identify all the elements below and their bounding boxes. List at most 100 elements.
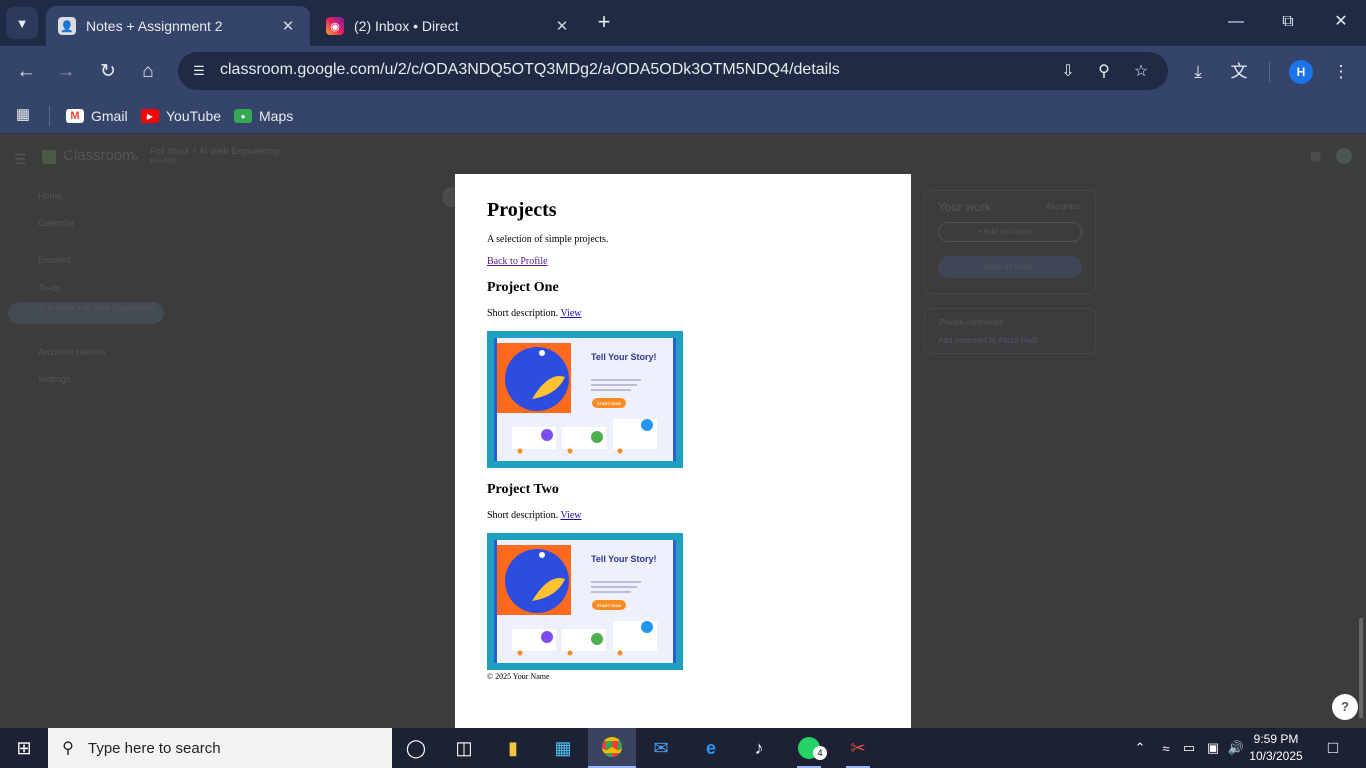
- sidebar-item-todo: To-do: [38, 283, 61, 293]
- zoom-icon[interactable]: ⚲: [1092, 60, 1116, 84]
- bookmark-star-icon[interactable]: ☆: [1129, 60, 1153, 84]
- notifications-icon[interactable]: □: [1320, 728, 1346, 768]
- classroom-logo-icon: [42, 150, 56, 164]
- avatar: [1336, 148, 1352, 164]
- clock-date: 10/3/2025: [1249, 749, 1303, 763]
- button-label: Mark as done: [984, 262, 1033, 271]
- sidebar-item-home: Home: [38, 191, 63, 201]
- instagram-favicon-icon: ◉: [326, 17, 344, 35]
- project-two-image: Tell Your Story! START NOW: [487, 533, 683, 670]
- mail-icon[interactable]: ✉: [637, 728, 685, 768]
- button-label: + Add or create: [977, 227, 1032, 236]
- volume-icon[interactable]: 🔊: [1226, 728, 1246, 768]
- tab-search-button[interactable]: ▼: [6, 7, 38, 39]
- file-explorer-icon[interactable]: ▮: [489, 728, 537, 768]
- apps-grid-icon: ▦: [1310, 149, 1322, 163]
- taskbar-search-box[interactable]: ⚲ Type here to search: [48, 728, 392, 768]
- back-to-profile-link[interactable]: Back to Profile: [487, 256, 548, 267]
- address-bar[interactable]: ☰ classroom.google.com/u/2/c/ODA3NDQ5OTQ…: [178, 52, 1168, 90]
- project-one-description: Short description. View: [487, 308, 582, 319]
- add-comment-link: Add comment to Abdul Hadi: [938, 336, 1038, 345]
- course-title: Full Stack + AI Web Engineering: [150, 146, 280, 156]
- bookmark-youtube[interactable]: ▶ YouTube: [141, 104, 221, 128]
- description-text: Short description.: [487, 308, 559, 319]
- sidebar-item-label: Full Stack + AI Web Engineering: [40, 304, 155, 313]
- close-window-icon[interactable]: ✕: [1318, 8, 1364, 36]
- close-tab-icon[interactable]: ✕: [552, 17, 572, 35]
- breadcrumb-chevron-icon: ›: [134, 149, 139, 164]
- search-icon: ⚲: [62, 740, 74, 757]
- private-comments-card: Private comments Add comment to Abdul Ha…: [924, 308, 1096, 354]
- browser-toolbar: ← → ↻ ⌂ ☰ classroom.google.com/u/2/c/ODA…: [0, 46, 1366, 98]
- tiktok-icon[interactable]: ♪: [735, 728, 783, 768]
- search-placeholder: Type here to search: [88, 739, 221, 757]
- microsoft-store-icon[interactable]: ▦: [539, 728, 587, 768]
- edge-icon[interactable]: e: [687, 728, 735, 768]
- show-hidden-icons-icon[interactable]: ⌃: [1130, 728, 1150, 768]
- home-icon[interactable]: ⌂: [134, 58, 162, 86]
- notification-badge: 4: [813, 746, 827, 760]
- tab-instagram[interactable]: ◉ (2) Inbox • Direct ✕: [314, 6, 584, 46]
- bookmark-label: Gmail: [91, 108, 128, 124]
- tab-title: Notes + Assignment 2: [86, 18, 223, 34]
- mark-as-done-button: Mark as done: [938, 256, 1082, 278]
- tab-strip: ▼ 👤 Notes + Assignment 2 ✕ ◉ (2) Inbox •…: [0, 0, 1366, 46]
- battery-icon[interactable]: ▭: [1180, 728, 1198, 768]
- clock-time: 9:59 PM: [1253, 732, 1299, 746]
- status-badge: Assigned: [1046, 202, 1079, 211]
- snipping-tool-icon[interactable]: ✂: [834, 728, 882, 768]
- url-text[interactable]: classroom.google.com/u/2/c/ODA3NDQ5OTQ3M…: [220, 61, 840, 79]
- project-one-image: Tell Your Story! START NOW: [487, 331, 683, 468]
- forward-arrow-icon[interactable]: →: [52, 58, 80, 86]
- image-button-label: START NOW: [597, 603, 621, 608]
- close-tab-icon[interactable]: ✕: [278, 17, 298, 35]
- scrollbar-thumb[interactable]: [1359, 618, 1363, 718]
- bookmark-label: YouTube: [166, 108, 222, 124]
- project-two-view-link[interactable]: View: [560, 510, 581, 521]
- your-work-card: Your work Assigned + Add or create Mark …: [924, 190, 1096, 294]
- meet-now-icon[interactable]: ▣: [1203, 728, 1223, 768]
- youtube-icon: ▶: [141, 109, 159, 123]
- page-title: Projects: [487, 199, 557, 221]
- windows-start-icon[interactable]: ⊞: [0, 728, 48, 768]
- sidebar-item-enrolled: Enrolled: [38, 255, 72, 265]
- profile-avatar[interactable]: H: [1289, 60, 1313, 84]
- help-icon[interactable]: ?: [1332, 694, 1358, 720]
- translate-icon[interactable]: 文: [1226, 59, 1252, 85]
- tab-classroom[interactable]: 👤 Notes + Assignment 2 ✕: [46, 6, 310, 46]
- bookmarks-divider: [49, 106, 50, 126]
- chrome-icon[interactable]: [588, 728, 636, 768]
- reload-icon[interactable]: ↻: [94, 58, 122, 86]
- classroom-favicon-icon: 👤: [58, 17, 76, 35]
- project-one-view-link[interactable]: View: [560, 308, 581, 319]
- whatsapp-icon[interactable]: 4: [785, 728, 833, 768]
- cortana-icon[interactable]: ◯: [392, 728, 440, 768]
- gmail-icon: M: [66, 109, 84, 123]
- your-work-title: Your work: [938, 200, 991, 214]
- restore-icon[interactable]: ⧉: [1265, 8, 1311, 36]
- back-arrow-icon[interactable]: ←: [12, 58, 40, 86]
- minimize-icon[interactable]: —: [1213, 8, 1259, 36]
- taskbar-clock[interactable]: 9:59 PM 10/3/2025: [1246, 731, 1306, 765]
- maps-icon: ●: [234, 109, 252, 123]
- windows-taskbar: ⊞ ⚲ Type here to search ◯ ◫ ▮ ▦ ✉ e ♪ 4 …: [0, 728, 1366, 768]
- toolbar-divider: [1269, 62, 1270, 82]
- bookmark-maps[interactable]: ● Maps: [234, 104, 293, 128]
- site-info-icon[interactable]: ☰: [188, 60, 210, 82]
- sidebar-item-active-course: Full Stack + AI Web Engineering: [8, 302, 164, 324]
- bookmark-label: Maps: [259, 108, 294, 124]
- project-two-heading: Project Two: [487, 482, 559, 497]
- bookmark-gmail[interactable]: M Gmail: [66, 104, 128, 128]
- wifi-icon[interactable]: ≈: [1156, 728, 1176, 768]
- more-menu-icon[interactable]: ⋮: [1328, 59, 1354, 85]
- sidebar-item-calendar: Calendar: [38, 218, 75, 228]
- chrome-logo: [602, 737, 622, 757]
- course-subtitle: BEnd 01: [150, 158, 177, 165]
- apps-grid-icon[interactable]: ▦: [13, 105, 33, 125]
- tab-title: (2) Inbox • Direct: [354, 18, 459, 34]
- downloads-icon[interactable]: ⤓: [1185, 59, 1211, 85]
- install-app-icon[interactable]: ⇩: [1056, 60, 1080, 84]
- new-tab-plus-icon[interactable]: +: [593, 10, 615, 36]
- image-heading: Tell Your Story!: [591, 554, 657, 564]
- task-view-icon[interactable]: ◫: [440, 728, 488, 768]
